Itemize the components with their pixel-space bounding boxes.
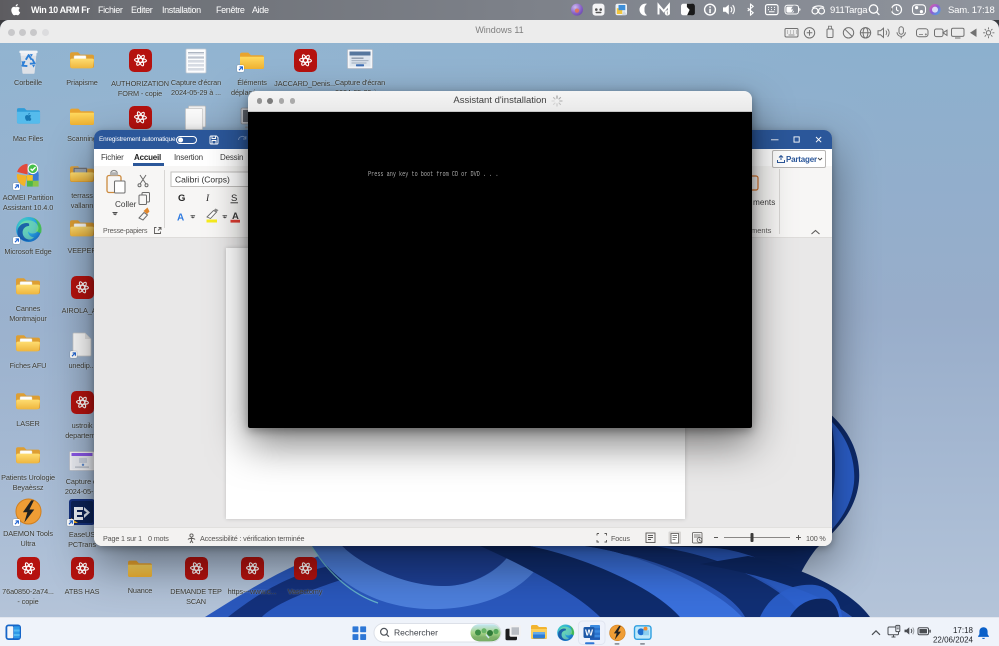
svg-text:G: G bbox=[178, 193, 185, 204]
svg-text:911Targa: 911Targa bbox=[830, 5, 868, 16]
svg-text:Sam. 17:18: Sam. 17:18 bbox=[948, 5, 995, 16]
svg-text:I: I bbox=[205, 194, 210, 204]
svg-text:i: i bbox=[667, 11, 668, 16]
svg-text:Presse-papiers: Presse-papiers bbox=[103, 228, 148, 235]
svg-text:ments: ments bbox=[753, 198, 775, 207]
svg-text:22/06/2024: 22/06/2024 bbox=[933, 636, 974, 645]
svg-text:W: W bbox=[585, 628, 594, 638]
svg-text:Rechercher: Rechercher bbox=[394, 628, 438, 638]
svg-text:A: A bbox=[177, 213, 184, 224]
svg-text:Calibri (Corps): Calibri (Corps) bbox=[175, 175, 230, 185]
svg-text:ments: ments bbox=[751, 226, 772, 235]
svg-text:17:18: 17:18 bbox=[953, 626, 974, 635]
svg-text:Coller: Coller bbox=[115, 200, 137, 209]
